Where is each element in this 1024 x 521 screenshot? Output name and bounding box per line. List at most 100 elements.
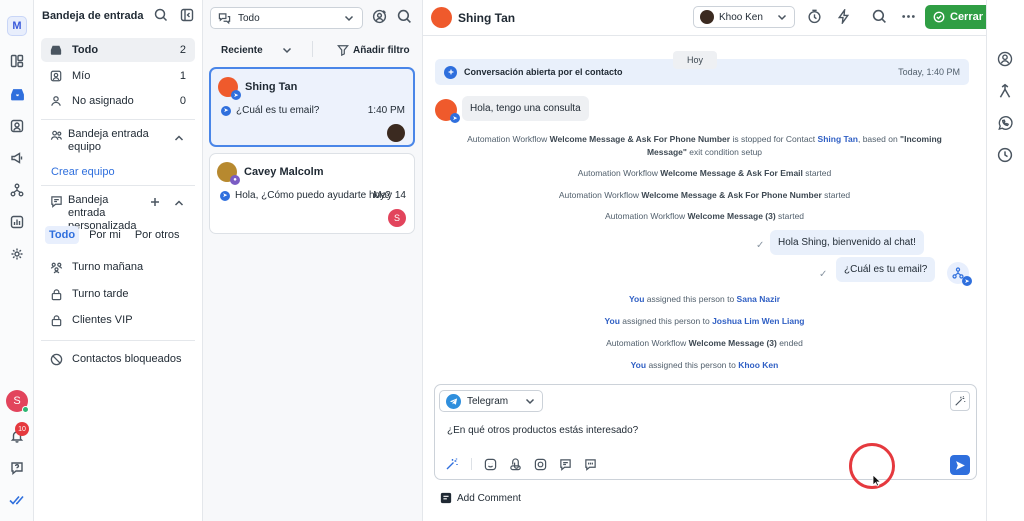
chevron-up-icon[interactable] (173, 197, 185, 209)
help-icon[interactable] (5, 456, 29, 480)
contact-name: Cavey Malcolm (244, 166, 324, 178)
assign-user-icon[interactable] (372, 9, 387, 24)
snooze-icon[interactable] (807, 9, 822, 24)
sys-text: Automation Workflow (467, 134, 550, 144)
message-input[interactable]: ¿En qué otros productos estás interesado… (447, 425, 638, 436)
team-inbox-section[interactable]: Bandeja entrada equipo (50, 128, 155, 154)
last-message: ➤ ¿Cuál es tu email? (221, 105, 319, 116)
sys-text: assigned this person to (644, 294, 737, 304)
lock-icon (50, 314, 64, 327)
more-icon[interactable] (901, 9, 916, 24)
settings-icon[interactable] (5, 242, 29, 266)
variable-icon[interactable] (584, 458, 597, 471)
template-icon[interactable] (559, 458, 572, 471)
tab-by-others[interactable]: Por otros (131, 226, 184, 244)
message-time: 1:40 PM (367, 105, 405, 116)
history-icon[interactable] (995, 145, 1015, 165)
custom-item-afternoon-shift[interactable]: Turno tarde (41, 282, 195, 306)
snippet-icon[interactable] (534, 458, 547, 471)
comment-icon (440, 492, 452, 504)
blocked-contacts[interactable]: Contactos bloqueados (41, 347, 195, 371)
assignment-event: You assigned this person to Joshua Lim W… (423, 315, 986, 328)
search-icon[interactable] (397, 9, 412, 24)
team-inbox-title: Bandeja entrada equipo (68, 128, 149, 153)
plus-icon[interactable] (149, 196, 161, 208)
close-button-label: Cerrar (950, 11, 984, 23)
chat-open-icon (444, 65, 457, 79)
whatsapp-icon[interactable] (995, 113, 1015, 133)
custom-item-morning-shift[interactable]: Turno mañana (41, 255, 195, 279)
contact-name[interactable]: Shing Tan (458, 11, 515, 25)
workflow-icon[interactable] (5, 178, 29, 202)
tab-by-me[interactable]: Por mi (85, 226, 125, 244)
contact-avatar[interactable] (431, 7, 452, 28)
contact-profile-icon[interactable] (995, 49, 1015, 69)
contacts-icon[interactable] (5, 114, 29, 138)
workflow-name: Welcome Message & Ask For Phone Number (641, 190, 822, 200)
create-team-link[interactable]: Crear equipo (51, 166, 115, 178)
attachment-icon[interactable] (509, 457, 522, 471)
day-separator: Hoy (673, 51, 718, 69)
conversation-list: Todo Reciente Añadir filtro ➤ Shing Tan … (203, 0, 423, 521)
add-comment-button[interactable]: Add Comment (440, 492, 521, 504)
add-filter-button[interactable]: Añadir filtro (337, 44, 410, 56)
custom-item-vip-clients[interactable]: Clientes VIP (41, 308, 195, 332)
collapse-panel-icon[interactable] (180, 8, 194, 22)
sys-text: started (775, 211, 805, 221)
banner-time: Today, 1:40 PM (898, 67, 960, 77)
contact-link[interactable]: Shing Tan (818, 134, 858, 144)
inbox-icon[interactable] (5, 82, 29, 106)
megaphone-icon[interactable] (5, 146, 29, 170)
sort-select[interactable]: Reciente (221, 44, 293, 56)
send-button[interactable] (950, 455, 970, 475)
custom-item-label: Clientes VIP (72, 314, 133, 326)
sys-text: Automation Workflow (558, 190, 642, 200)
custom-inbox-tabs: Todo Por mi Por otros (45, 226, 183, 244)
telegram-icon (446, 393, 461, 409)
chevron-down-icon (524, 395, 536, 407)
sent-check-icon: ✓ (819, 269, 828, 280)
system-event: Automation Workflow Welcome Message (3) … (423, 210, 986, 223)
layout-icon[interactable] (5, 49, 29, 73)
chevron-down-icon (776, 11, 788, 23)
assignee-avatar (387, 124, 405, 142)
reports-icon[interactable] (5, 210, 29, 234)
people-icon (50, 261, 64, 274)
assignee-avatar (700, 10, 714, 24)
sys-text: Automation Workflow (604, 211, 688, 221)
inbox-icon (50, 44, 64, 56)
online-status-dot (22, 406, 29, 413)
assignee-select[interactable]: Khoo Ken (693, 6, 795, 28)
search-icon[interactable] (154, 8, 168, 22)
lightning-icon[interactable] (836, 9, 851, 24)
emoji-icon[interactable] (484, 458, 497, 471)
double-check-icon[interactable] (5, 488, 29, 512)
assignee-link[interactable]: Sana Nazir (737, 294, 780, 304)
sys-text: assigned this person to (646, 360, 739, 370)
inbox-item-all[interactable]: Todo 2 (41, 38, 195, 62)
inbox-item-unassigned[interactable]: No asignado 0 (41, 89, 195, 113)
status-filter-select[interactable]: Todo (210, 7, 363, 29)
channel-select[interactable]: Telegram (439, 390, 543, 412)
ai-assist-button[interactable] (950, 391, 970, 411)
assignment-event: You assigned this person to Khoo Ken (423, 359, 986, 372)
sys-text: is stopped for Contact (730, 134, 818, 144)
conversation-card[interactable]: ● Cavey Malcolm ➤ Hola, ¿Cómo puedo ayud… (209, 153, 415, 234)
search-icon[interactable] (872, 9, 887, 24)
inbox-item-mine[interactable]: Mío 1 (41, 64, 195, 88)
telegram-icon: ➤ (231, 90, 241, 100)
user-avatar[interactable]: S (6, 390, 29, 413)
assignee-link[interactable]: Khoo Ken (738, 360, 778, 370)
chevron-up-icon[interactable] (173, 132, 185, 144)
workspace-logo[interactable]: M (7, 16, 27, 36)
block-icon (50, 353, 64, 366)
conversation-card[interactable]: ➤ Shing Tan ➤ ¿Cuál es tu email? 1:40 PM (209, 67, 415, 147)
assignment-event: You assigned this person to Sana Nazir (423, 293, 986, 306)
sys-text: started (802, 168, 832, 178)
magic-wand-icon[interactable] (445, 457, 459, 471)
assignee-name: Khoo Ken (719, 11, 763, 23)
assignee-link[interactable]: Joshua Lim Wen Liang (712, 316, 804, 326)
last-message-text: ¿Cuál es tu email? (236, 105, 320, 116)
tab-all[interactable]: Todo (45, 226, 80, 244)
merge-icon[interactable] (995, 81, 1015, 101)
